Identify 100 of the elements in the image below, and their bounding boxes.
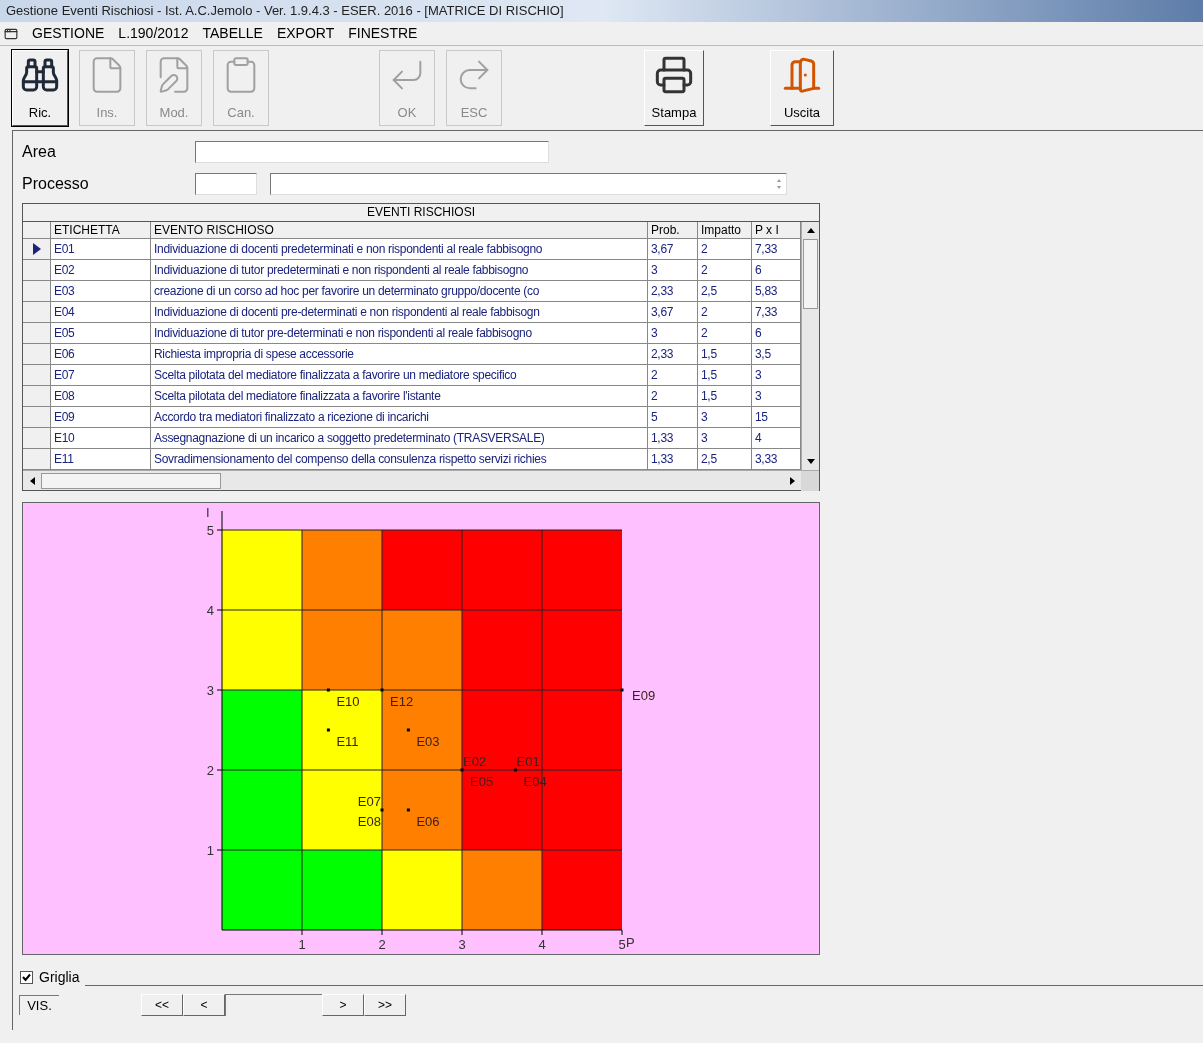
table-cell: 5	[648, 407, 698, 427]
table-cell: E11	[51, 449, 151, 469]
table-cell: Sovradimensionamento del compenso della consulenza rispetto servizi richies	[151, 449, 648, 469]
scroll-thumb[interactable]	[803, 239, 818, 309]
menu-item[interactable]: L.190/2012	[118, 23, 189, 44]
column-header[interactable]: ETICHETTA	[51, 222, 151, 238]
check-icon	[22, 972, 31, 982]
table-cell: E10	[51, 428, 151, 448]
table-cell: E05	[51, 323, 151, 343]
process-label: Processo	[22, 174, 90, 194]
column-header[interactable]: Prob.	[648, 222, 698, 238]
table-cell: 1,5	[698, 386, 752, 406]
table-cell: Scelta pilotata del mediatore finalizzata a favorire l'istante	[151, 386, 648, 406]
x-tick-label: 4	[538, 937, 546, 952]
exit-door-icon	[782, 55, 822, 95]
point-label: E11	[336, 734, 359, 749]
table-cell: 3	[698, 428, 752, 448]
table-cell: E01	[51, 239, 151, 259]
table-cell: E07	[51, 365, 151, 385]
process-code-field[interactable]	[195, 173, 257, 195]
toolbar-button[interactable]: Stampa	[644, 50, 704, 126]
row-indicator[interactable]	[23, 239, 51, 259]
table-cell: E03	[51, 281, 151, 301]
table-cell: 2	[648, 386, 698, 406]
table-cell: Assegnagnazione di un incarico a soggetto predeterminato (TRASVERSALE)	[151, 428, 648, 448]
horizontal-scrollbar[interactable]	[23, 470, 819, 490]
process-dropdown[interactable]	[270, 173, 787, 195]
table-cell: Individuazione di tutor pre-determinati e non rispondenti al reale fabbisogno	[151, 323, 648, 343]
scroll-thumb[interactable]	[41, 472, 221, 489]
point-label: E08	[357, 814, 381, 829]
x-tick-label: 5	[618, 937, 626, 952]
menu-item[interactable]: TABELLE	[202, 23, 263, 44]
x-axis-label: P	[626, 935, 635, 950]
table-cell: 1,5	[698, 365, 752, 385]
printer-icon	[654, 55, 694, 95]
point-label: E10	[336, 694, 360, 709]
y-axis-label: I	[206, 505, 210, 520]
table-title: EVENTI RISCHIOSI	[23, 204, 819, 222]
y-tick-label: 1	[206, 843, 214, 858]
y-tick-label: 5	[206, 523, 214, 538]
column-header[interactable]: EVENTO RISCHIOSO	[151, 222, 648, 238]
table-cell: E06	[51, 344, 151, 364]
table-cell: 2	[698, 323, 752, 343]
table-cell: 2,33	[648, 281, 698, 301]
table-cell: 2	[698, 260, 752, 280]
table-cell: 3	[648, 260, 698, 280]
table-cell: 2,5	[698, 449, 752, 469]
point-label: E12	[390, 694, 414, 709]
menu-item[interactable]: EXPORT	[276, 23, 335, 44]
nav-button[interactable]: <	[183, 994, 225, 1016]
point-label: E06	[416, 814, 440, 829]
table-cell: 2	[648, 365, 698, 385]
table-cell: Individuazione di docenti predeterminati e non rispondenti al reale fabbisogno	[151, 239, 648, 259]
column-header[interactable]: Impatto	[698, 222, 752, 238]
scroll-left-icon	[29, 476, 35, 485]
grid-checkbox[interactable]	[20, 970, 33, 984]
table-cell: Individuazione di docenti pre-determinati e non rispondenti al reale fabbisogn	[151, 302, 648, 322]
current-row-icon	[32, 243, 41, 255]
point-label: E02	[463, 754, 487, 769]
grid-checkbox-label: Griglia	[39, 967, 80, 987]
app-icon	[4, 26, 18, 41]
nav-button[interactable]: <<	[141, 994, 183, 1016]
area-field[interactable]	[195, 141, 549, 163]
scrollbar-corner	[801, 470, 819, 491]
window-title: Gestione Eventi Rischiosi - Ist. A.C.Jemolo - Ver. 1.9.4.3 - ESER. 2016 - [MATRICE DI RISCHIO]	[6, 2, 564, 21]
table-cell: 1,5	[698, 344, 752, 364]
table-cell: E08	[51, 386, 151, 406]
table-cell: 2,33	[648, 344, 698, 364]
table-cell: E09	[51, 407, 151, 427]
table-cell: 3	[648, 323, 698, 343]
point-label: E05	[470, 774, 494, 789]
y-tick-label: 3	[206, 683, 214, 698]
toolbar-button[interactable]: Ric.	[12, 50, 68, 126]
nav-button[interactable]: >	[322, 994, 364, 1016]
table-cell: Accordo tra mediatori finalizzato a ricezione di incarichi	[151, 407, 648, 427]
table-cell: Scelta pilotata del mediatore finalizzata a favorire un mediatore specifico	[151, 365, 648, 385]
table-cell: creazione di un corso ad hoc per favorire un determinato gruppo/docente (co	[151, 281, 648, 301]
status-indicator: VIS.	[19, 995, 59, 1015]
menu-item[interactable]: GESTIONE	[32, 23, 105, 44]
table-cell: E04	[51, 302, 151, 322]
table-cell: Richiesta impropria di spese accessorie	[151, 344, 648, 364]
table-cell: 3,67	[648, 302, 698, 322]
point-label: E03	[416, 734, 440, 749]
table-cell: 3,67	[648, 239, 698, 259]
area-label: Area	[22, 142, 57, 162]
scroll-right-icon	[789, 476, 795, 485]
x-tick-label: 2	[378, 937, 386, 952]
vertical-scrollbar[interactable]	[801, 222, 819, 470]
table-cell: 1,33	[648, 428, 698, 448]
nav-button[interactable]: >>	[364, 994, 406, 1016]
menu-item[interactable]: FINESTRE	[348, 23, 418, 44]
table-cell: 2,5	[698, 281, 752, 301]
table-cell: E02	[51, 260, 151, 280]
x-tick-label: 1	[298, 937, 306, 952]
toolbar-button[interactable]: Uscita	[770, 50, 834, 126]
x-tick-label: 3	[458, 937, 466, 952]
point-label: E07	[357, 794, 381, 809]
y-tick-label: 2	[206, 763, 214, 778]
table-cell: 3	[698, 407, 752, 427]
point-label: E01	[516, 754, 540, 769]
